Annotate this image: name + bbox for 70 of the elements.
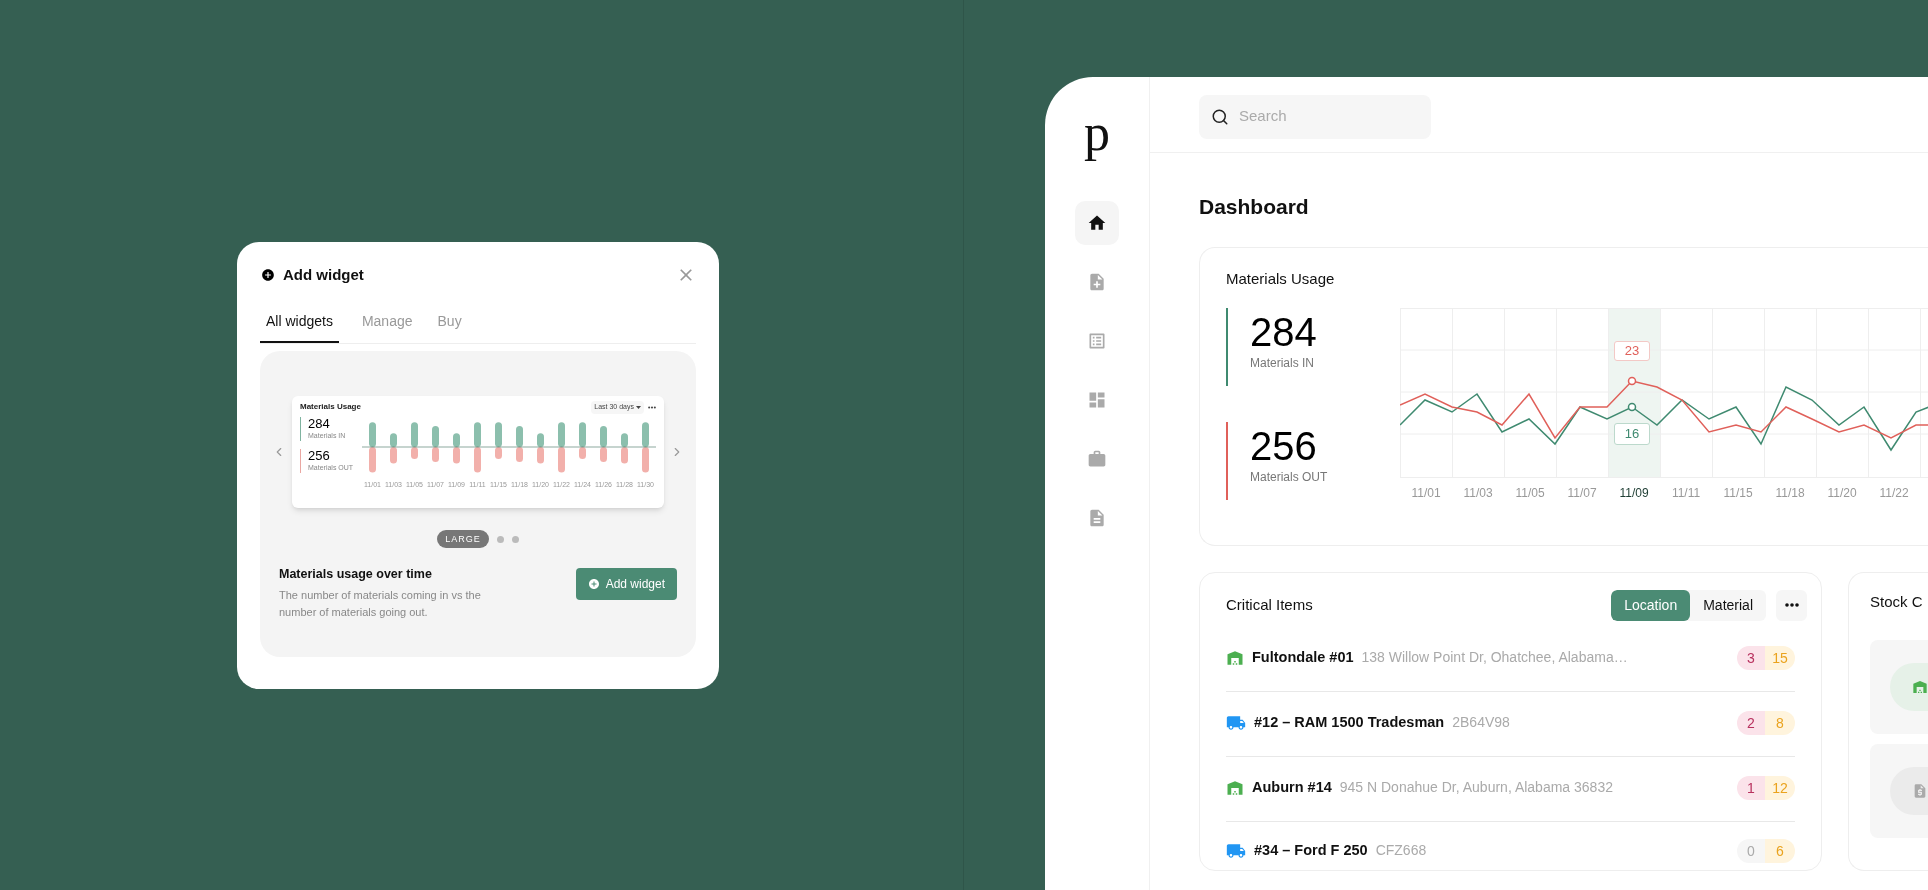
item-detail: 2B64V98 xyxy=(1452,713,1510,732)
axis-label: 11/11 xyxy=(1670,485,1702,502)
stat-label: Materials IN xyxy=(1250,355,1315,372)
search-field[interactable]: Search xyxy=(1239,105,1409,128)
axis-label: 11/18 xyxy=(1774,485,1806,502)
checklist-icon xyxy=(1087,331,1107,351)
card-title: Critical Items xyxy=(1226,594,1313,615)
data-point xyxy=(1627,402,1637,412)
item-name: Fultondale #01 xyxy=(1252,647,1354,667)
document-icon xyxy=(1087,508,1107,528)
invoice-icon xyxy=(1912,782,1928,799)
warehouse-icon xyxy=(1226,778,1244,797)
more-icon xyxy=(648,405,656,409)
axis-label: 11/15 xyxy=(1722,485,1754,502)
critical-count: 0 xyxy=(1737,838,1765,863)
axis-label: 11/22 xyxy=(1878,485,1910,502)
warehouse-icon xyxy=(1226,648,1244,667)
size-pill[interactable]: LARGE xyxy=(437,530,489,548)
item-name: Auburn #14 xyxy=(1252,777,1332,797)
tooltip: 16 xyxy=(1614,423,1650,445)
axis-label: 11/20 xyxy=(1826,485,1858,502)
stat-value: 284 xyxy=(308,416,331,431)
widget-title: Materials usage over time xyxy=(279,566,433,583)
axis-label: 11/07 xyxy=(1566,485,1598,502)
card-title: Materials Usage xyxy=(1226,268,1336,289)
item-detail: 138 Willow Point Dr, Ohatchee, Alabama… xyxy=(1361,648,1628,667)
axis-label: 11/01 xyxy=(1410,485,1442,502)
stat-value: 256 xyxy=(1250,424,1318,468)
more-button[interactable] xyxy=(1776,589,1807,621)
dialog-title: Add widget xyxy=(283,264,364,285)
file-plus-icon xyxy=(1087,272,1107,292)
axis-label: 11/03 xyxy=(1462,485,1494,502)
home-icon xyxy=(1087,213,1107,233)
add-widget-button[interactable]: Add widget xyxy=(575,568,677,600)
warehouse-icon xyxy=(1912,678,1928,695)
tab[interactable]: Manage xyxy=(359,311,415,343)
critical-count: 2 xyxy=(1737,710,1765,735)
briefcase-icon xyxy=(1087,449,1107,469)
low-count: 6 xyxy=(1765,838,1795,863)
search-icon xyxy=(1211,107,1229,126)
more-icon xyxy=(1784,603,1799,607)
low-count: 8 xyxy=(1765,710,1795,735)
logo: p xyxy=(1084,103,1110,163)
low-count: 15 xyxy=(1765,645,1795,670)
stat-label: Materials OUT xyxy=(1250,469,1328,486)
critical-count: 3 xyxy=(1737,645,1765,670)
tooltip: 23 xyxy=(1614,341,1650,361)
low-count: 12 xyxy=(1765,775,1795,800)
caret-icon xyxy=(636,405,641,409)
thumbnail-title: Materials Usage xyxy=(300,401,361,414)
toggle-option[interactable]: Material xyxy=(1690,589,1766,621)
item-name: #12 – RAM 1500 Tradesman xyxy=(1254,712,1445,732)
stat-value: 284 xyxy=(1250,310,1317,354)
dashboard-icon xyxy=(1087,390,1107,410)
critical-count: 1 xyxy=(1737,775,1765,800)
item-name: #34 – Ford F 250 xyxy=(1254,840,1368,860)
stat-value: 256 xyxy=(308,449,331,463)
search-bar[interactable]: Search xyxy=(1199,94,1431,139)
axis-label: 11/09 xyxy=(1618,485,1650,502)
tab[interactable]: All widgets xyxy=(260,311,339,343)
axis-label: 11/05 xyxy=(1514,485,1546,502)
item-detail: 945 N Donahue Dr, Auburn, Alabama 36832 xyxy=(1339,778,1613,797)
item-detail: CFZ668 xyxy=(1375,841,1427,860)
toggle-option[interactable]: Location xyxy=(1611,589,1691,621)
sidebar-item[interactable] xyxy=(1075,201,1119,245)
tab[interactable]: Buy xyxy=(435,311,464,343)
page-title: Dashboard xyxy=(1199,194,1310,220)
card-title: Stock C xyxy=(1870,591,1924,612)
data-point xyxy=(1627,376,1637,386)
widget-description: The number of materials coming in vs the number of materials going out. xyxy=(279,587,482,620)
